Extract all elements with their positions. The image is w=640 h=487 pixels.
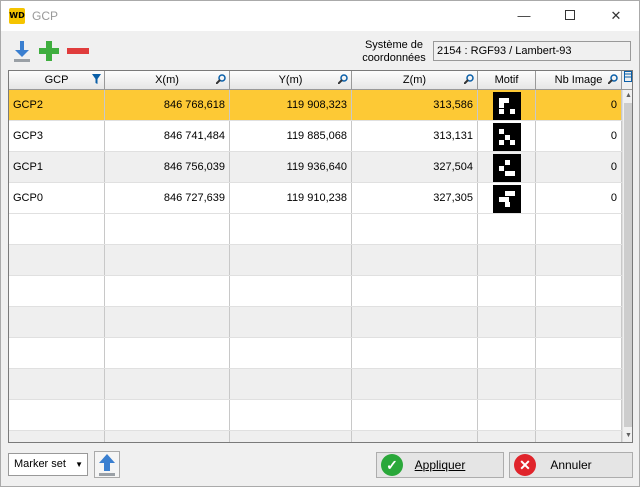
table-row[interactable]: GCP2 846 768,618 119 908,323 313,586 0	[9, 90, 622, 121]
cancel-label: Annuler	[550, 458, 592, 472]
column-header-motif[interactable]: Motif	[478, 71, 536, 90]
empty-row	[9, 307, 622, 338]
maximize-icon	[565, 10, 575, 21]
gcp-name-cell: GCP0	[9, 183, 105, 213]
cancel-button[interactable]: ✕ Annuler	[509, 452, 633, 478]
y-cell: 119 936,640	[230, 152, 352, 182]
motif-cell	[478, 121, 536, 151]
import-button[interactable]	[11, 39, 33, 63]
column-header-z[interactable]: Z(m)	[352, 71, 478, 90]
column-header-x[interactable]: X(m)	[105, 71, 230, 90]
empty-row	[9, 369, 622, 400]
nb-image-cell: 0	[536, 152, 622, 182]
table-header: GCP X(m) Y(m) Z(m) Motif Nb Image	[9, 71, 622, 90]
scroll-thumb[interactable]	[624, 103, 632, 427]
z-cell: 313,131	[352, 121, 478, 151]
empty-row	[9, 214, 622, 245]
empty-row	[9, 338, 622, 369]
column-header-label: Y(m)	[278, 74, 303, 86]
z-cell: 313,586	[352, 90, 478, 120]
apply-button[interactable]: ✓ Appliquer	[376, 452, 504, 478]
motif-cell	[478, 90, 536, 120]
column-header-label: Z(m)	[402, 74, 427, 86]
title-bar: WD GCP — ✕	[1, 1, 639, 31]
y-cell: 119 908,323	[230, 90, 352, 120]
scroll-up-icon[interactable]: ▲	[623, 90, 632, 102]
x-cell: 846 727,639	[105, 183, 230, 213]
aruco-marker-icon	[492, 92, 521, 120]
marker-set-label: Marker set	[14, 458, 66, 470]
coord-label-line2: coordonnées	[362, 52, 426, 64]
empty-row	[9, 245, 622, 276]
column-header-y[interactable]: Y(m)	[230, 71, 352, 90]
coord-label-line1: Système de	[364, 39, 424, 51]
apply-label: Appliquer	[414, 458, 466, 472]
aruco-marker-icon	[492, 185, 521, 213]
close-button[interactable]: ✕	[593, 1, 639, 31]
column-header-label: X(m)	[155, 74, 179, 86]
minimize-button[interactable]: —	[501, 1, 547, 31]
search-icon[interactable]	[337, 74, 348, 86]
gcp-name-cell: GCP2	[9, 90, 105, 120]
upload-arrow-icon	[99, 454, 115, 476]
empty-row	[9, 400, 622, 431]
maximize-button[interactable]	[547, 1, 593, 31]
column-header-label: Motif	[494, 74, 519, 86]
empty-row	[9, 431, 622, 442]
plus-icon	[39, 41, 59, 61]
search-icon[interactable]	[215, 74, 226, 86]
download-arrow-icon	[14, 41, 30, 62]
add-gcp-button[interactable]	[37, 39, 59, 63]
table-row[interactable]: GCP1 846 756,039 119 936,640 327,504 0	[9, 152, 622, 183]
aruco-marker-icon	[492, 154, 521, 182]
x-cell: 846 741,484	[105, 121, 230, 151]
vertical-scrollbar[interactable]: ▲ ▼	[622, 90, 632, 442]
z-cell: 327,504	[352, 152, 478, 182]
window-title: GCP	[32, 9, 59, 23]
coordinate-system-label: Système de coordonnées	[356, 39, 432, 65]
gcp-window: WD GCP — ✕ Système de coordonnées 2154 :…	[0, 0, 640, 487]
export-button[interactable]	[94, 451, 120, 478]
motif-cell	[478, 183, 536, 213]
y-cell: 119 885,068	[230, 121, 352, 151]
empty-row	[9, 276, 622, 307]
x-cell: 846 756,039	[105, 152, 230, 182]
y-cell: 119 910,238	[230, 183, 352, 213]
table-row[interactable]: GCP3 846 741,484 119 885,068 313,131 0	[9, 121, 622, 152]
marker-set-dropdown[interactable]: Marker set ▼	[8, 453, 88, 476]
column-header-nb-image[interactable]: Nb Image	[536, 71, 622, 90]
aruco-marker-icon	[492, 123, 521, 151]
gcp-name-cell: GCP1	[9, 152, 105, 182]
filter-icon[interactable]	[91, 74, 101, 86]
column-header-label: Nb Image	[554, 74, 603, 86]
search-icon[interactable]	[463, 74, 474, 86]
column-header-label: GCP	[44, 74, 69, 86]
column-header-gcp[interactable]: GCP	[9, 71, 105, 90]
app-logo-icon: WD	[9, 8, 25, 24]
remove-gcp-button[interactable]	[65, 39, 91, 63]
scroll-down-icon[interactable]: ▼	[623, 430, 632, 442]
gcp-table[interactable]: GCP X(m) Y(m) Z(m) Motif Nb Image GCP2 8…	[8, 70, 633, 443]
nb-image-cell: 0	[536, 90, 622, 120]
x-cell: 846 768,618	[105, 90, 230, 120]
coordinate-system-field[interactable]: 2154 : RGF93 / Lambert-93	[433, 41, 631, 61]
motif-cell	[478, 152, 536, 182]
table-body: GCP2 846 768,618 119 908,323 313,586 0 G…	[9, 90, 622, 442]
nb-image-cell: 0	[536, 121, 622, 151]
table-row[interactable]: GCP0 846 727,639 119 910,238 327,305 0	[9, 183, 622, 214]
chevron-down-icon: ▼	[75, 460, 83, 469]
gcp-name-cell: GCP3	[9, 121, 105, 151]
z-cell: 327,305	[352, 183, 478, 213]
minus-icon	[67, 48, 89, 54]
search-icon[interactable]	[607, 74, 618, 86]
column-chooser-icon[interactable]	[622, 71, 632, 90]
nb-image-cell: 0	[536, 183, 622, 213]
